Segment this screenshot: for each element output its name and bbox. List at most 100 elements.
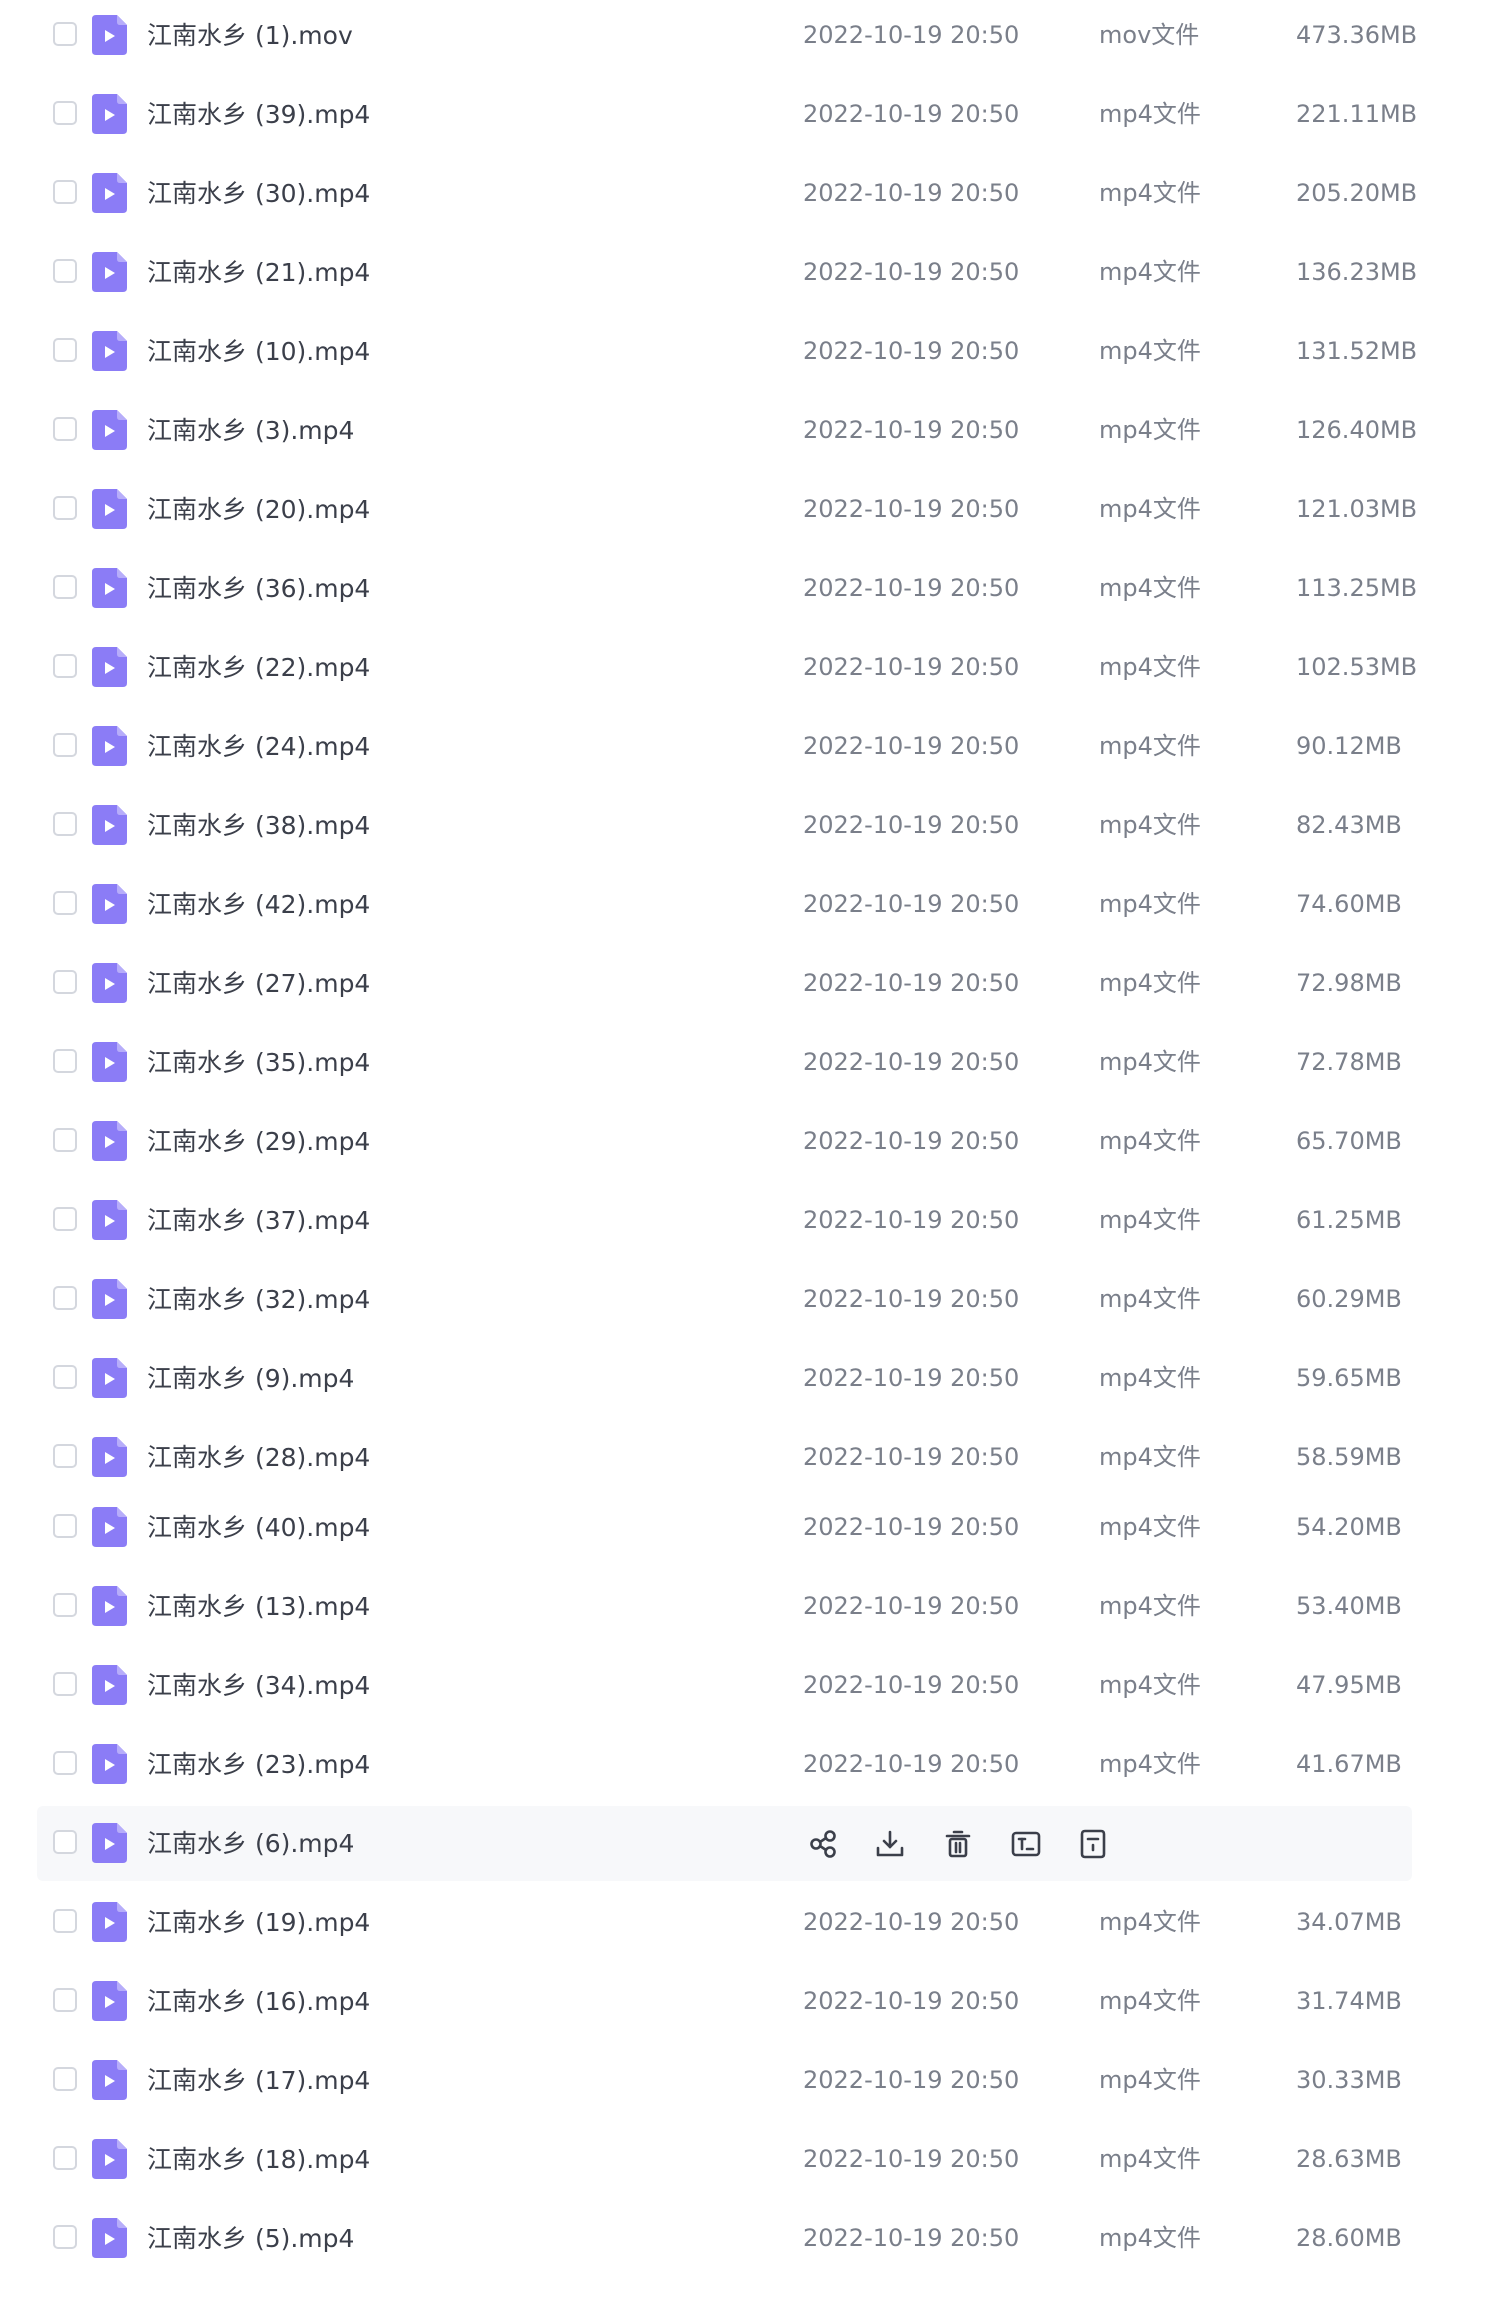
file-row[interactable]: 江南水乡 (30).mp4 2022-10-19 20:50 mp4文件 205.20… <box>37 156 1417 231</box>
row-checkbox[interactable] <box>53 495 77 520</box>
file-row[interactable]: 江南水乡 (23).mp4 2022-10-19 20:50 mp4文件 41.67M… <box>37 1727 1412 1802</box>
file-row[interactable]: 江南水乡 (40).mp4 2022-10-19 20:50 mp4文件 54.20M… <box>37 1490 1412 1565</box>
file-name[interactable]: 江南水乡 (23).mp4 <box>147 1727 370 1802</box>
rename-button[interactable] <box>1008 1826 1044 1862</box>
file-name[interactable]: 江南水乡 (27).mp4 <box>147 946 370 1021</box>
file-row[interactable]: 江南水乡 (21).mp4 2022-10-19 20:50 mp4文件 136.23… <box>37 235 1417 310</box>
file-name[interactable]: 江南水乡 (10).mp4 <box>147 314 370 389</box>
row-checkbox[interactable] <box>53 1987 77 2012</box>
file-name[interactable]: 江南水乡 (36).mp4 <box>147 551 370 626</box>
row-checkbox[interactable] <box>53 1127 77 1152</box>
file-modified-date: 2022-10-19 20:50 <box>803 1907 1020 1936</box>
file-name[interactable]: 江南水乡 (24).mp4 <box>147 709 370 784</box>
row-checkbox[interactable] <box>53 1671 77 1696</box>
file-row[interactable]: 江南水乡 (10).mp4 2022-10-19 20:50 mp4文件 131.52… <box>37 314 1417 389</box>
row-checkbox[interactable] <box>53 1750 77 1775</box>
file-row[interactable]: 江南水乡 (34).mp4 2022-10-19 20:50 mp4文件 47.95M… <box>37 1648 1412 1723</box>
file-name[interactable]: 江南水乡 (42).mp4 <box>147 867 370 942</box>
file-name[interactable]: 江南水乡 (19).mp4 <box>147 1885 370 1960</box>
row-checkbox[interactable] <box>53 1206 77 1231</box>
file-row[interactable]: 江南水乡 (19).mp4 2022-10-19 20:50 mp4文件 34.07M… <box>37 1885 1412 1960</box>
file-row[interactable]: 江南水乡 (42).mp4 2022-10-19 20:50 mp4文件 74.60M… <box>37 867 1412 942</box>
file-row[interactable]: 江南水乡 (1).mov 2022-10-19 20:50 mov文件 473.36M… <box>37 0 1417 73</box>
row-checkbox[interactable] <box>53 969 77 994</box>
more-button[interactable] <box>1075 1826 1111 1862</box>
file-name[interactable]: 江南水乡 (20).mp4 <box>147 472 370 547</box>
file-name[interactable]: 江南水乡 (3).mp4 <box>147 393 354 468</box>
share-button[interactable] <box>805 1826 841 1862</box>
file-name[interactable]: 江南水乡 (22).mp4 <box>147 630 370 705</box>
file-modified-date: 2022-10-19 20:50 <box>803 1591 1020 1620</box>
row-checkbox[interactable] <box>53 574 77 599</box>
file-name[interactable]: 江南水乡 (16).mp4 <box>147 1964 370 2039</box>
row-checkbox[interactable] <box>53 100 77 125</box>
row-checkbox[interactable] <box>53 2066 77 2091</box>
file-name[interactable]: 江南水乡 (5).mp4 <box>147 2201 354 2276</box>
file-name[interactable]: 江南水乡 (40).mp4 <box>147 1490 370 1565</box>
file-row[interactable]: 江南水乡 (3).mp4 2022-10-19 20:50 mp4文件 126.40M… <box>37 393 1417 468</box>
file-name[interactable]: 江南水乡 (18).mp4 <box>147 2122 370 2197</box>
file-name[interactable]: 江南水乡 (39).mp4 <box>147 77 370 152</box>
file-name[interactable]: 江南水乡 (13).mp4 <box>147 1569 370 1644</box>
file-row[interactable]: 江南水乡 (16).mp4 2022-10-19 20:50 mp4文件 31.74M… <box>37 1964 1412 2039</box>
row-checkbox[interactable] <box>53 416 77 441</box>
file-row[interactable]: 江南水乡 (22).mp4 2022-10-19 20:50 mp4文件 102.53… <box>37 630 1417 705</box>
row-checkbox[interactable] <box>53 1048 77 1073</box>
file-row[interactable]: 江南水乡 (37).mp4 2022-10-19 20:50 mp4文件 61.25M… <box>37 1183 1412 1258</box>
file-name[interactable]: 江南水乡 (37).mp4 <box>147 1183 370 1258</box>
file-name[interactable]: 江南水乡 (9).mp4 <box>147 1341 354 1416</box>
row-checkbox[interactable] <box>53 1829 77 1854</box>
row-checkbox[interactable] <box>53 1513 77 1538</box>
row-checkbox[interactable] <box>53 1592 77 1617</box>
row-checkbox[interactable] <box>53 1285 77 1310</box>
file-row[interactable]: 江南水乡 (13).mp4 2022-10-19 20:50 mp4文件 53.40M… <box>37 1569 1412 1644</box>
file-name[interactable]: 江南水乡 (29).mp4 <box>147 1104 370 1179</box>
row-checkbox[interactable] <box>53 653 77 678</box>
file-row[interactable]: 江南水乡 (20).mp4 2022-10-19 20:50 mp4文件 121.03… <box>37 472 1417 547</box>
file-name[interactable]: 江南水乡 (32).mp4 <box>147 1262 370 1337</box>
file-name[interactable]: 江南水乡 (38).mp4 <box>147 788 370 863</box>
file-row[interactable]: 江南水乡 (35).mp4 2022-10-19 20:50 mp4文件 72.78M… <box>37 1025 1412 1100</box>
row-checkbox[interactable] <box>53 2145 77 2170</box>
file-name[interactable]: 江南水乡 (1).mov <box>147 0 353 73</box>
file-type: mp4文件 <box>1099 1907 1201 1936</box>
download-button[interactable] <box>872 1826 908 1862</box>
row-checkbox[interactable] <box>53 811 77 836</box>
file-row[interactable]: 江南水乡 (27).mp4 2022-10-19 20:50 mp4文件 72.98M… <box>37 946 1412 1021</box>
file-name[interactable]: 江南水乡 (21).mp4 <box>147 235 370 310</box>
file-row[interactable]: 江南水乡 (17).mp4 2022-10-19 20:50 mp4文件 30.33M… <box>37 2043 1412 2118</box>
video-file-icon <box>92 1664 127 1705</box>
file-name[interactable]: 江南水乡 (30).mp4 <box>147 156 370 231</box>
file-row[interactable]: 江南水乡 (5).mp4 2022-10-19 20:50 mp4文件 28.60MB <box>37 2201 1412 2276</box>
file-name[interactable]: 江南水乡 (34).mp4 <box>147 1648 370 1723</box>
row-checkbox[interactable] <box>53 337 77 362</box>
file-row[interactable]: 江南水乡 (18).mp4 2022-10-19 20:50 mp4文件 28.63M… <box>37 2122 1412 2197</box>
row-checkbox[interactable] <box>53 2224 77 2249</box>
video-file-icon <box>92 93 127 134</box>
file-row[interactable]: 江南水乡 (32).mp4 2022-10-19 20:50 mp4文件 60.29M… <box>37 1262 1412 1337</box>
file-name[interactable]: 江南水乡 (35).mp4 <box>147 1025 370 1100</box>
file-row[interactable]: 江南水乡 (29).mp4 2022-10-19 20:50 mp4文件 65.70M… <box>37 1104 1412 1179</box>
row-checkbox[interactable] <box>53 179 77 204</box>
row-checkbox[interactable] <box>53 890 77 915</box>
file-row[interactable]: 江南水乡 (24).mp4 2022-10-19 20:50 mp4文件 90.12M… <box>37 709 1412 784</box>
trash-button[interactable] <box>940 1826 976 1862</box>
file-modified-date: 2022-10-19 20:50 <box>803 968 1020 997</box>
file-row[interactable]: 江南水乡 (6).mp4 <box>37 1805 1412 1881</box>
row-checkbox[interactable] <box>53 732 77 757</box>
row-checkbox[interactable] <box>53 1908 77 1933</box>
file-name[interactable]: 江南水乡 (28).mp4 <box>147 1420 370 1495</box>
file-row[interactable]: 江南水乡 (9).mp4 2022-10-19 20:50 mp4文件 59.65MB <box>37 1341 1412 1416</box>
file-name[interactable]: 江南水乡 (6).mp4 <box>147 1806 354 1881</box>
file-name[interactable]: 江南水乡 (17).mp4 <box>147 2043 370 2118</box>
file-row[interactable]: 江南水乡 (28).mp4 2022-10-19 20:50 mp4文件 58.59M… <box>37 1420 1412 1495</box>
row-checkbox[interactable] <box>53 21 77 46</box>
file-row[interactable]: 江南水乡 (39).mp4 2022-10-19 20:50 mp4文件 221.11… <box>37 77 1417 152</box>
file-row[interactable]: 江南水乡 (38).mp4 2022-10-19 20:50 mp4文件 82.43M… <box>37 788 1412 863</box>
row-checkbox[interactable] <box>53 1364 77 1389</box>
row-checkbox[interactable] <box>53 258 77 283</box>
file-modified-date: 2022-10-19 20:50 <box>803 1363 1020 1392</box>
row-checkbox[interactable] <box>53 1443 77 1468</box>
file-row[interactable]: 江南水乡 (36).mp4 2022-10-19 20:50 mp4文件 113.25… <box>37 551 1417 626</box>
file-size: 72.78MB <box>1296 1047 1402 1076</box>
